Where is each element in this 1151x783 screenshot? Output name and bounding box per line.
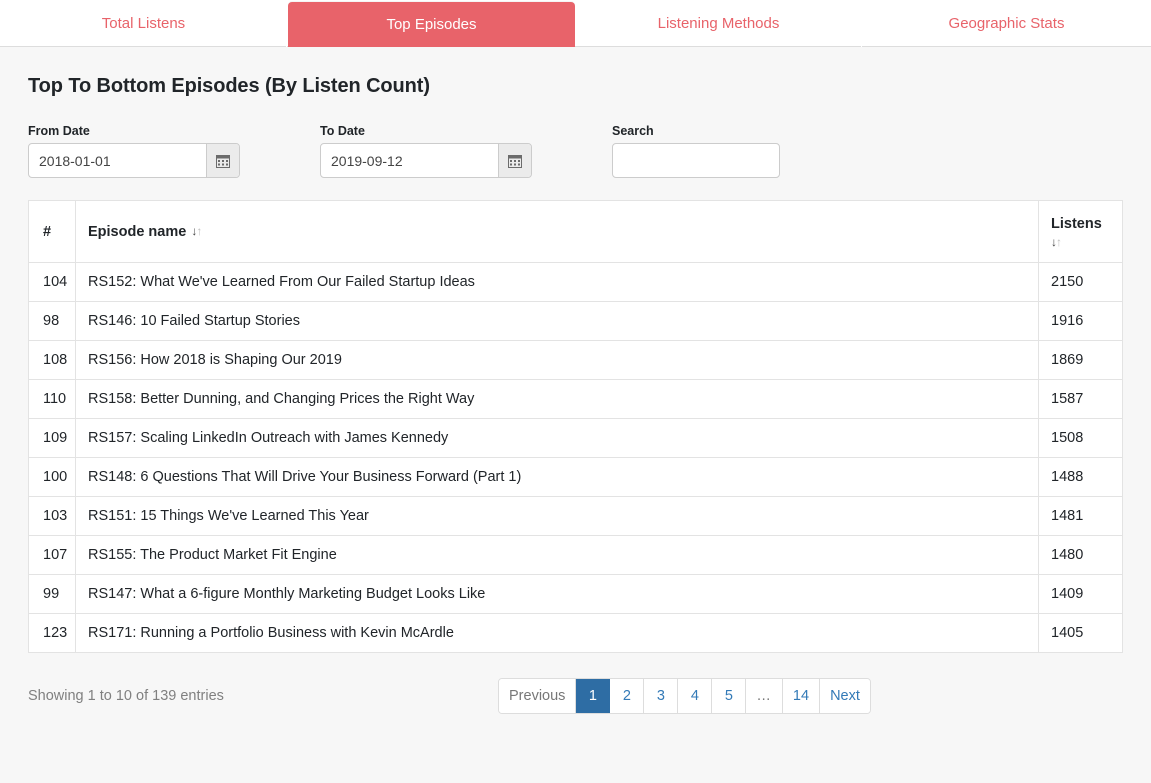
sort-updown-icon: ↓↑ — [1051, 235, 1062, 250]
from-date-input[interactable] — [29, 144, 206, 177]
cell-episode-name: RS157: Scaling LinkedIn Outreach with Ja… — [75, 418, 1039, 458]
cell-number: 99 — [28, 574, 76, 614]
cell-episode-name: RS152: What We've Learned From Our Faile… — [75, 262, 1039, 302]
cell-episode-name: RS151: 15 Things We've Learned This Year — [75, 496, 1039, 536]
column-header-label: # — [43, 223, 52, 240]
tab-divider — [861, 46, 862, 47]
calendar-icon — [215, 154, 230, 168]
tab-label: Listening Methods — [657, 15, 780, 32]
cell-number: 100 — [28, 457, 76, 497]
column-header-episode-name[interactable]: Episode name ↓↑ — [75, 200, 1039, 263]
page-title: Top To Bottom Episodes (By Listen Count) — [28, 75, 430, 97]
cell-listens: 1481 — [1038, 496, 1123, 536]
search-label: Search — [612, 123, 654, 138]
tab-total-listens[interactable]: Total Listens — [0, 0, 288, 47]
filter-row: From Date To Dat — [28, 118, 1123, 178]
tab-label: Geographic Stats — [948, 15, 1065, 32]
to-date-field: To Date — [320, 123, 532, 178]
table-row[interactable]: 98 RS146: 10 Failed Startup Stories 1916 — [28, 301, 1123, 341]
cell-number: 104 — [28, 262, 76, 302]
cell-episode-name: RS155: The Product Market Fit Engine — [75, 535, 1039, 575]
column-header-label: Listens — [1051, 215, 1102, 232]
tab-bar: Total Listens Top Episodes Listening Met… — [0, 0, 1151, 47]
search-field: Search — [612, 123, 780, 178]
cell-number: 123 — [28, 613, 76, 653]
from-date-input-group[interactable] — [28, 143, 240, 178]
calendar-icon — [507, 154, 522, 168]
cell-number: 107 — [28, 535, 76, 575]
table-row[interactable]: 99 RS147: What a 6-figure Monthly Market… — [28, 574, 1123, 614]
table-row[interactable]: 107 RS155: The Product Market Fit Engine… — [28, 535, 1123, 575]
cell-listens: 1916 — [1038, 301, 1123, 341]
cell-episode-name: RS171: Running a Portfolio Business with… — [75, 613, 1039, 653]
column-header-number[interactable]: # — [28, 200, 76, 263]
episodes-table: # Episode name ↓↑ Listens ↓↑ 104 RS152: W… — [28, 200, 1123, 653]
search-box[interactable] — [612, 143, 780, 178]
table-row[interactable]: 123 RS171: Running a Portfolio Business … — [28, 613, 1123, 653]
table-row[interactable]: 108 RS156: How 2018 is Shaping Our 2019 … — [28, 340, 1123, 380]
cell-number: 109 — [28, 418, 76, 458]
from-date-field: From Date — [28, 123, 240, 178]
page-content: Top To Bottom Episodes (By Listen Count)… — [0, 47, 1151, 783]
tab-label: Top Episodes — [386, 16, 477, 33]
tab-geographic-stats[interactable]: Geographic Stats — [863, 0, 1151, 47]
to-date-input[interactable] — [321, 144, 498, 177]
column-header-label: Episode name — [88, 223, 187, 240]
from-date-label: From Date — [28, 123, 90, 138]
to-date-calendar-button[interactable] — [497, 144, 531, 177]
pagination-page-3[interactable]: 3 — [644, 679, 679, 713]
cell-listens: 2150 — [1038, 262, 1123, 302]
table-body: 104 RS152: What We've Learned From Our F… — [28, 262, 1123, 653]
cell-listens: 1587 — [1038, 379, 1123, 419]
pagination-page-5[interactable]: 5 — [712, 679, 747, 713]
pagination-page-1[interactable]: 1 — [576, 679, 611, 713]
cell-number: 110 — [28, 379, 76, 419]
cell-number: 98 — [28, 301, 76, 341]
tab-divider — [286, 46, 287, 47]
tab-label: Total Listens — [101, 15, 186, 32]
table-row[interactable]: 104 RS152: What We've Learned From Our F… — [28, 262, 1123, 302]
cell-number: 108 — [28, 340, 76, 380]
sort-updown-icon: ↓↑ — [191, 223, 202, 238]
showing-entries-text: Showing 1 to 10 of 139 entries — [28, 688, 224, 704]
cell-listens: 1488 — [1038, 457, 1123, 497]
cell-listens: 1869 — [1038, 340, 1123, 380]
table-row[interactable]: 109 RS157: Scaling LinkedIn Outreach wit… — [28, 418, 1123, 458]
cell-episode-name: RS147: What a 6-figure Monthly Marketing… — [75, 574, 1039, 614]
to-date-label: To Date — [320, 123, 365, 138]
table-row[interactable]: 103 RS151: 15 Things We've Learned This … — [28, 496, 1123, 536]
episodes-table-wrapper: # Episode name ↓↑ Listens ↓↑ 104 RS152: W… — [28, 200, 1123, 653]
cell-listens: 1508 — [1038, 418, 1123, 458]
cell-listens: 1480 — [1038, 535, 1123, 575]
pagination-ellipsis: … — [746, 679, 783, 713]
cell-episode-name: RS148: 6 Questions That Will Drive Your … — [75, 457, 1039, 497]
table-row[interactable]: 110 RS158: Better Dunning, and Changing … — [28, 379, 1123, 419]
column-header-listens[interactable]: Listens ↓↑ — [1038, 200, 1123, 263]
cell-episode-name: RS158: Better Dunning, and Changing Pric… — [75, 379, 1039, 419]
cell-listens: 1405 — [1038, 613, 1123, 653]
pagination-next[interactable]: Next — [820, 679, 870, 713]
cell-episode-name: RS156: How 2018 is Shaping Our 2019 — [75, 340, 1039, 380]
pagination-previous[interactable]: Previous — [499, 679, 577, 713]
cell-number: 103 — [28, 496, 76, 536]
pagination: Previous 1 2 3 4 5 … 14 Next — [498, 678, 871, 714]
to-date-input-group[interactable] — [320, 143, 532, 178]
pagination-page-4[interactable]: 4 — [678, 679, 713, 713]
cell-listens: 1409 — [1038, 574, 1123, 614]
pagination-page-2[interactable]: 2 — [610, 679, 645, 713]
table-head: # Episode name ↓↑ Listens ↓↑ — [28, 200, 1123, 263]
tab-listening-methods[interactable]: Listening Methods — [575, 0, 863, 47]
pagination-page-14[interactable]: 14 — [782, 679, 821, 713]
table-footer: Showing 1 to 10 of 139 entries Previous … — [28, 677, 1123, 715]
from-date-calendar-button[interactable] — [205, 144, 239, 177]
tab-top-episodes[interactable]: Top Episodes — [288, 2, 575, 47]
table-header-row: # Episode name ↓↑ Listens ↓↑ — [28, 200, 1123, 263]
table-row[interactable]: 100 RS148: 6 Questions That Will Drive Y… — [28, 457, 1123, 497]
search-input[interactable] — [613, 144, 779, 177]
cell-episode-name: RS146: 10 Failed Startup Stories — [75, 301, 1039, 341]
